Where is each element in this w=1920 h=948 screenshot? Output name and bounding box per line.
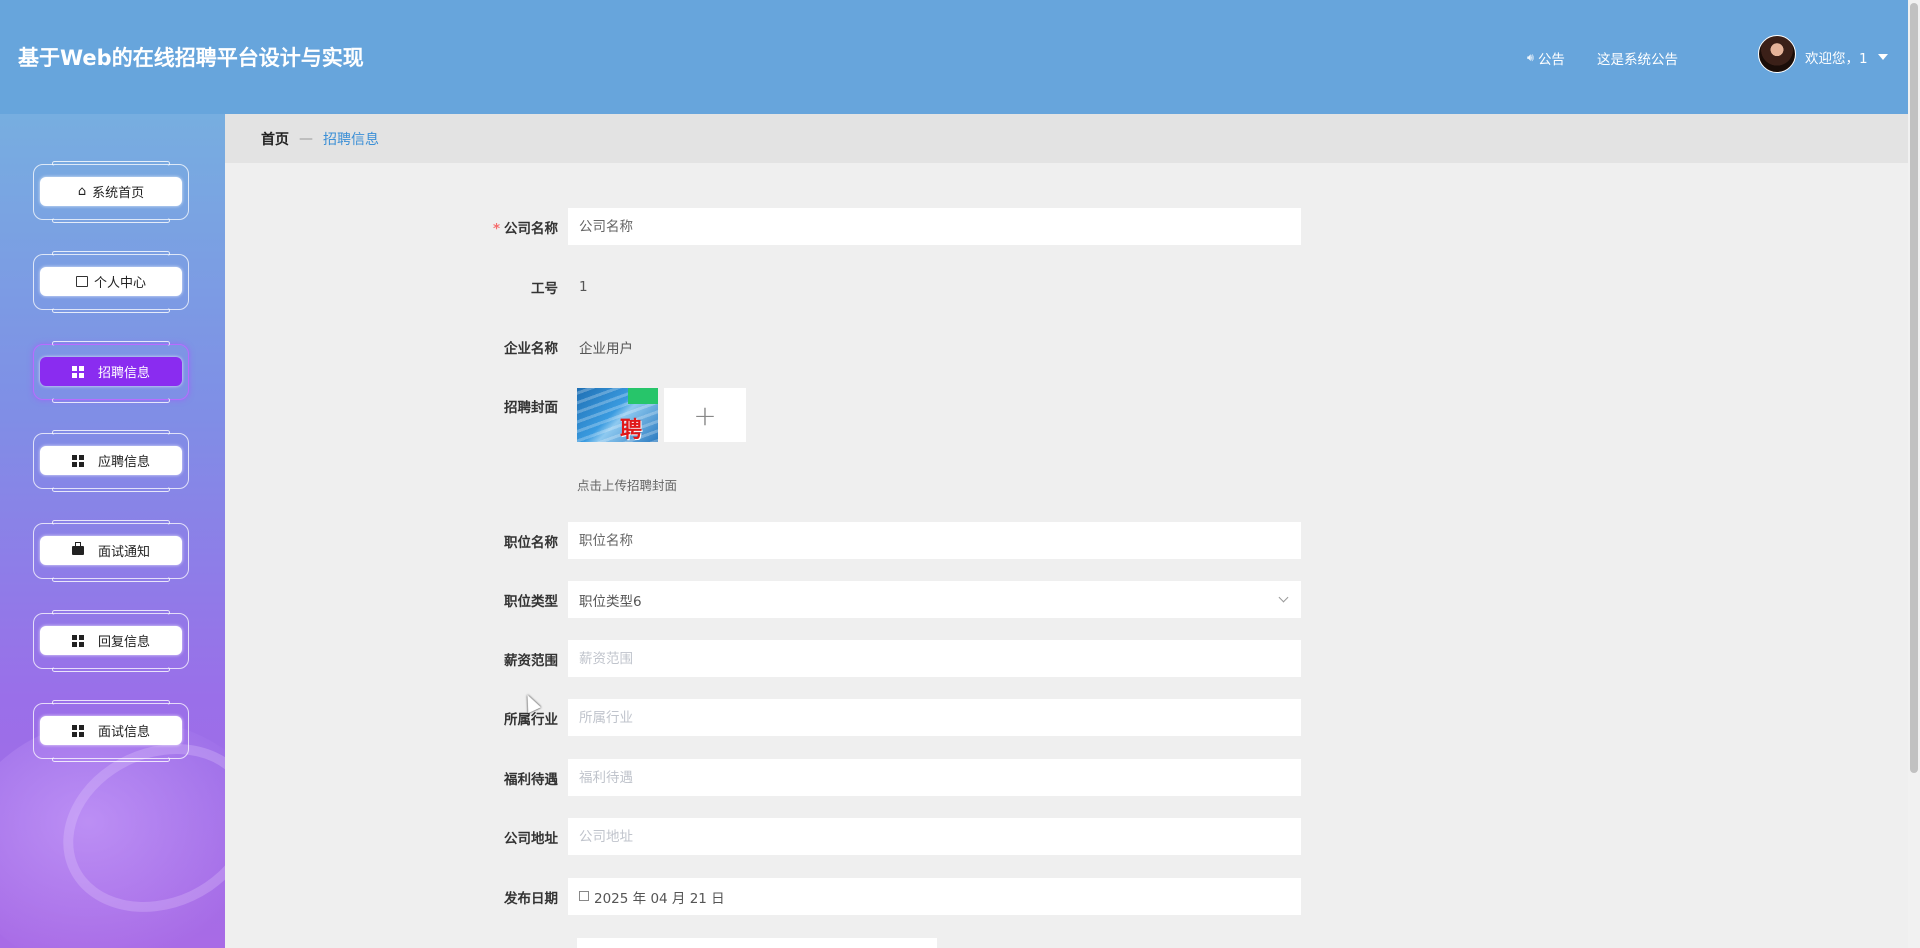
salary-range-row: 薪资范围 bbox=[440, 640, 1301, 677]
notice-link[interactable]: 🔊︎ 公告 bbox=[1527, 48, 1565, 68]
home-icon: ⌂ bbox=[77, 184, 87, 199]
sidebar-item-profile[interactable]: 个人中心 bbox=[33, 251, 189, 313]
cover-label: 招聘封面 bbox=[504, 400, 558, 416]
scrollbar-thumb[interactable] bbox=[1910, 3, 1918, 773]
position-type-value: 职位类型6 bbox=[579, 593, 642, 610]
breadcrumb: 首页 — 招聘信息 bbox=[225, 114, 1908, 163]
publish-date-label: 发布日期 bbox=[504, 890, 558, 907]
grid-icon bbox=[71, 634, 84, 647]
wallet-icon bbox=[75, 276, 88, 287]
enterprise-name-row: 企业名称 企业用户 bbox=[440, 328, 633, 365]
position-name-label: 职位名称 bbox=[504, 534, 558, 551]
position-type-label: 职位类型 bbox=[504, 593, 558, 610]
calendar-icon bbox=[579, 890, 589, 901]
cover-row: 招聘封面 bbox=[440, 388, 568, 424]
grid-icon bbox=[71, 724, 84, 737]
grid-icon bbox=[71, 365, 84, 378]
company-address-input[interactable] bbox=[568, 818, 1301, 855]
company-name-row: * 公司名称 bbox=[440, 208, 1301, 245]
top-header: 基于Web的在线招聘平台设计与实现 🔊︎ 公告 这是系统公告 欢迎您，1 bbox=[0, 0, 1908, 114]
publish-date-picker[interactable]: 2025 年 04 月 21 日 bbox=[568, 878, 1301, 915]
company-name-input[interactable] bbox=[568, 208, 1301, 245]
sidebar-item-label: 系统首页 bbox=[92, 186, 145, 201]
enterprise-name-label: 企业名称 bbox=[504, 340, 558, 357]
sidebar-item-recruitment[interactable]: 招聘信息 bbox=[33, 341, 189, 403]
caret-down-icon bbox=[1877, 54, 1888, 60]
publish-date-value: 2025 年 04 月 21 日 bbox=[594, 890, 725, 907]
breadcrumb-separator: — bbox=[299, 130, 313, 147]
salary-range-label: 薪资范围 bbox=[504, 652, 558, 669]
sidebar-item-applications[interactable]: 应聘信息 bbox=[33, 430, 189, 492]
company-name-label: * 公司名称 bbox=[492, 220, 558, 237]
position-name-input[interactable] bbox=[568, 522, 1301, 559]
enterprise-name-value: 企业用户 bbox=[579, 340, 633, 357]
user-menu[interactable]: 欢迎您，1 bbox=[1805, 47, 1888, 67]
sidebar: ⌂ 系统首页 个人中心 招聘信息 应聘信息 面试通知 回复信息 面试信息 bbox=[0, 114, 225, 948]
upload-hint: 点击上传招聘封面 bbox=[577, 478, 678, 493]
benefits-label: 福利待遇 bbox=[504, 771, 558, 788]
plus-icon: + bbox=[693, 398, 717, 432]
position-type-select[interactable]: 职位类型6 bbox=[568, 581, 1301, 618]
sidebar-item-interview-notice[interactable]: 面试通知 bbox=[33, 520, 189, 582]
employee-id-label: 工号 bbox=[531, 280, 558, 297]
employee-id-value: 1 bbox=[579, 278, 588, 295]
position-type-row: 职位类型 职位类型6 bbox=[440, 581, 1301, 618]
welcome-text: 欢迎您，1 bbox=[1805, 51, 1868, 67]
chevron-down-icon bbox=[1278, 592, 1289, 603]
salary-range-input[interactable] bbox=[568, 640, 1301, 677]
sidebar-item-home[interactable]: ⌂ 系统首页 bbox=[33, 161, 189, 223]
notice-text: 这是系统公告 bbox=[1597, 52, 1678, 68]
publish-date-row: 发布日期 2025 年 04 月 21 日 bbox=[440, 878, 1301, 915]
avatar[interactable] bbox=[1758, 35, 1796, 73]
industry-label: 所属行业 bbox=[504, 711, 558, 728]
position-name-row: 职位名称 bbox=[440, 522, 1301, 559]
scrollbar[interactable] bbox=[1908, 0, 1920, 948]
sidebar-item-label: 回复信息 bbox=[97, 635, 150, 650]
upload-button[interactable]: + bbox=[664, 388, 746, 442]
benefits-row: 福利待遇 bbox=[440, 759, 1301, 796]
breadcrumb-home[interactable]: 首页 bbox=[261, 129, 289, 149]
notice-label: 公告 bbox=[1537, 52, 1565, 68]
megaphone-icon: 🔊︎ bbox=[1527, 51, 1534, 64]
industry-row: 所属行业 bbox=[440, 699, 1301, 736]
sidebar-item-label: 个人中心 bbox=[93, 276, 146, 291]
required-mark: * bbox=[492, 220, 500, 237]
sidebar-item-label: 面试通知 bbox=[97, 545, 150, 560]
app-title: 基于Web的在线招聘平台设计与实现 bbox=[18, 46, 364, 70]
company-address-row: 公司地址 bbox=[440, 818, 1301, 855]
sidebar-item-label: 招聘信息 bbox=[97, 366, 150, 381]
breadcrumb-current: 招聘信息 bbox=[323, 131, 379, 148]
grid-icon bbox=[71, 454, 84, 467]
sidebar-item-label: 面试信息 bbox=[97, 725, 150, 740]
briefcase-icon bbox=[71, 542, 84, 555]
benefits-input[interactable] bbox=[568, 759, 1301, 796]
cover-image-text: 聘 bbox=[620, 417, 643, 442]
industry-input[interactable] bbox=[568, 699, 1301, 736]
sidebar-item-replies[interactable]: 回复信息 bbox=[33, 610, 189, 672]
company-address-label: 公司地址 bbox=[504, 830, 558, 847]
next-field-input[interactable] bbox=[577, 938, 937, 948]
cover-image[interactable]: 聘 bbox=[577, 388, 658, 442]
sidebar-item-label: 应聘信息 bbox=[97, 455, 150, 470]
sidebar-item-interviews[interactable]: 面试信息 bbox=[33, 700, 189, 762]
employee-id-row: 工号 1 bbox=[440, 268, 588, 305]
